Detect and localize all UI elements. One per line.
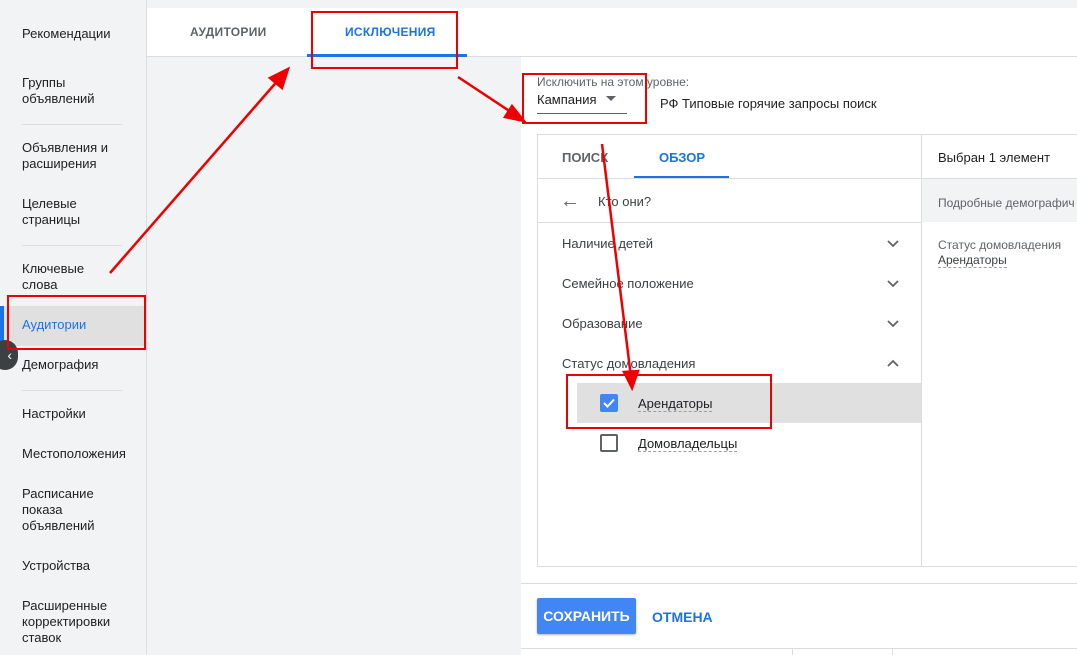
category-marital-status[interactable]: Семейное положение	[562, 276, 694, 291]
renters-checkbox[interactable]	[600, 394, 618, 412]
campaign-name: РФ Типовые горячие запросы поиск	[660, 96, 877, 111]
sidebar-item-settings[interactable]: Настройки	[22, 406, 142, 422]
divider	[521, 583, 1077, 584]
divider	[521, 648, 1077, 649]
sidebar-item-ad-schedule[interactable]: Расписание показа объявлений	[22, 486, 122, 534]
top-strip	[147, 0, 1077, 8]
chevron-down-icon[interactable]	[886, 237, 900, 251]
divider	[892, 648, 893, 655]
sidebar-item-recommendations[interactable]: Рекомендации	[22, 26, 142, 42]
selected-item[interactable]: Арендаторы	[938, 253, 1007, 268]
divider	[792, 648, 793, 655]
dropdown-arrow-icon	[606, 96, 616, 101]
homeowners-checkbox[interactable]	[600, 434, 618, 452]
picker-tab-browse[interactable]: ОБЗОР	[659, 150, 705, 165]
sidebar-item-devices[interactable]: Устройства	[22, 558, 142, 574]
category-children[interactable]: Наличие детей	[562, 236, 653, 251]
tab-exclusions[interactable]: ИСКЛЮЧЕНИЯ	[345, 25, 436, 39]
chevron-down-icon[interactable]	[886, 317, 900, 331]
sidebar-divider	[22, 245, 122, 246]
sidebar-item-ads-extensions[interactable]: Объявления и расширения	[22, 140, 122, 172]
picker-tab-search[interactable]: ПОИСК	[562, 150, 608, 165]
sidebar-item-keywords[interactable]: Ключевые слова	[22, 261, 102, 293]
option-row-highlight	[577, 383, 921, 423]
sidebar-divider	[22, 124, 122, 125]
level-label: Исключить на этом уровне:	[537, 75, 690, 89]
category-homeownership[interactable]: Статус домовладения	[562, 356, 695, 371]
selected-group-header: Подробные демографич	[938, 196, 1075, 210]
renters-label[interactable]: Арендаторы	[638, 396, 713, 412]
sidebar-item-locations[interactable]: Местоположения	[22, 446, 142, 462]
category-education[interactable]: Образование	[562, 316, 643, 331]
save-button[interactable]: СОХРАНИТЬ	[537, 598, 636, 634]
homeowners-label[interactable]: Домовладельцы	[638, 436, 738, 452]
tab-audiences[interactable]: АУДИТОРИИ	[190, 25, 267, 39]
picker-breadcrumb: Кто они?	[598, 194, 652, 209]
sidebar-item-ad-groups[interactable]: Группы объявлений	[22, 75, 122, 107]
cancel-button[interactable]: ОТМЕНА	[652, 609, 713, 625]
sidebar-item-audiences[interactable]: Аудитории	[22, 317, 142, 333]
top-tab-bar	[147, 0, 1077, 57]
sidebar: Рекомендации Группы объявлений Объявлени…	[0, 0, 147, 655]
sidebar-item-landing-pages[interactable]: Целевые страницы	[22, 196, 112, 228]
sidebar-divider	[22, 390, 122, 391]
selected-category: Статус домовладения	[938, 238, 1062, 252]
back-arrow-icon[interactable]: ←	[560, 191, 580, 211]
divider	[538, 222, 921, 223]
checkmark-icon	[603, 398, 615, 408]
sidebar-item-demographics[interactable]: Демография	[22, 357, 142, 373]
selected-count: Выбран 1 элемент	[938, 150, 1051, 165]
sidebar-item-bid-adjustments[interactable]: Расширенные корректировки ставок	[22, 598, 132, 646]
chevron-down-icon[interactable]	[886, 277, 900, 291]
chevron-up-icon[interactable]	[886, 356, 900, 370]
level-select-value: Кампания	[537, 92, 597, 107]
